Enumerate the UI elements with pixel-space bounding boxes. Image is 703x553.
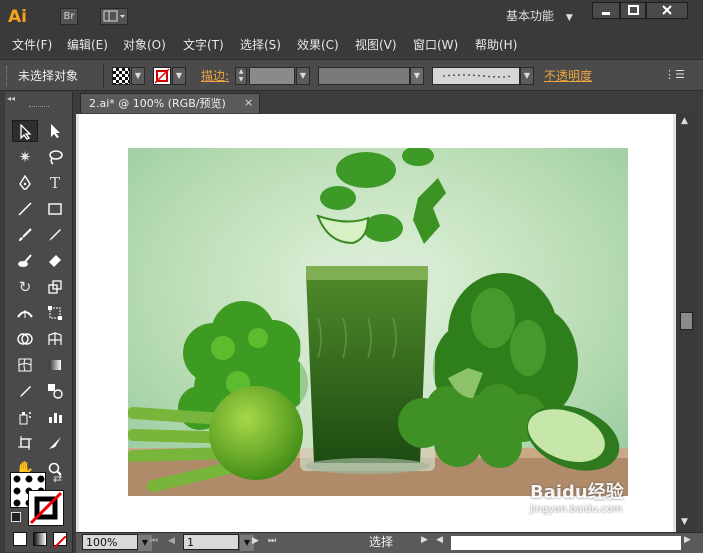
menu-bar: 文件(F) 编辑(E) 对象(O) 文字(T) 选择(S) 效果(C) 视图(V… bbox=[0, 34, 703, 56]
swap-fill-stroke-icon[interactable]: ⇄ bbox=[53, 472, 62, 485]
menu-file[interactable]: 文件(F) bbox=[12, 36, 52, 54]
document-tab[interactable]: 2.ai* @ 100% (RGB/预览) bbox=[80, 93, 260, 113]
panel-menu-icon[interactable]: ⋮☰ bbox=[664, 68, 685, 84]
next-page-icon[interactable]: ▶ bbox=[252, 536, 259, 546]
width-tool-icon[interactable] bbox=[12, 302, 38, 324]
profile-dropdown[interactable]: ▼ bbox=[410, 67, 424, 85]
menu-window[interactable]: 窗口(W) bbox=[413, 36, 458, 54]
selection-status: 未选择对象 bbox=[18, 69, 79, 83]
app-logo: Ai bbox=[8, 7, 27, 27]
close-window-button[interactable] bbox=[646, 2, 688, 19]
fill-swatch[interactable] bbox=[112, 67, 130, 85]
collapse-panel-icon[interactable]: ◂◂ bbox=[7, 94, 15, 103]
mesh-tool-icon[interactable] bbox=[12, 354, 38, 376]
page-number-field[interactable]: 1 bbox=[183, 534, 239, 550]
baidu-watermark: Baidu经验 jingyan.baidu.com bbox=[530, 478, 670, 532]
pencil-tool-icon[interactable] bbox=[42, 224, 68, 246]
status-menu-icon[interactable]: ▶ bbox=[421, 535, 428, 545]
blob-brush-tool-icon[interactable] bbox=[12, 250, 38, 272]
menu-type[interactable]: 文字(T) bbox=[183, 36, 224, 54]
chevron-down-icon: ▼ bbox=[565, 13, 573, 23]
free-transform-tool-icon[interactable] bbox=[42, 302, 68, 324]
minimize-button[interactable] bbox=[592, 2, 620, 19]
arrange-documents-button[interactable] bbox=[100, 8, 128, 25]
bridge-button[interactable]: Br bbox=[60, 8, 78, 25]
workspace-switcher[interactable]: 基本功能 ▼ bbox=[506, 6, 573, 26]
zoom-field[interactable]: 100% bbox=[82, 534, 138, 550]
vertical-scrollbar[interactable]: ▲ ▼ bbox=[677, 114, 696, 532]
column-graph-tool-icon[interactable] bbox=[42, 406, 68, 428]
horizontal-scrollbar[interactable] bbox=[451, 536, 681, 550]
direct-selection-tool-icon[interactable] bbox=[42, 120, 68, 142]
slice-tool-icon[interactable] bbox=[42, 432, 68, 454]
maximize-button[interactable] bbox=[620, 2, 646, 19]
last-page-icon[interactable]: ⏭ bbox=[268, 536, 276, 546]
menu-edit[interactable]: 编辑(E) bbox=[67, 36, 108, 54]
none-mode-icon[interactable] bbox=[53, 532, 67, 549]
pen-tool-icon[interactable] bbox=[12, 172, 38, 194]
line-segment-tool-icon[interactable] bbox=[12, 198, 38, 220]
blend-tool-icon[interactable] bbox=[42, 380, 68, 402]
menu-effect[interactable]: 效果(C) bbox=[297, 36, 339, 54]
previous-page-icon[interactable]: ◀ bbox=[168, 536, 175, 546]
opacity-link[interactable]: 不透明度 bbox=[544, 67, 592, 84]
stroke-weight-field[interactable] bbox=[249, 67, 295, 85]
color-mode-icon[interactable] bbox=[13, 532, 27, 546]
stroke-swatch[interactable] bbox=[153, 67, 171, 85]
document-tab-title: 2.ai* @ 100% (RGB/预览) bbox=[89, 97, 226, 110]
rotate-tool-icon[interactable]: ↻ bbox=[12, 276, 38, 298]
type-tool-icon[interactable]: T bbox=[42, 172, 68, 194]
placed-image-green-juice[interactable] bbox=[128, 148, 628, 496]
eraser-tool-icon[interactable] bbox=[42, 250, 68, 272]
stroke-color-swatch[interactable] bbox=[28, 490, 64, 526]
stroke-weight-label[interactable]: 描边: bbox=[201, 67, 229, 84]
tools-panel: ◂◂ ✷ T ↻ ✋ ⇄ bbox=[5, 92, 73, 552]
scroll-up-icon[interactable]: ▲ bbox=[681, 116, 688, 126]
current-tool-status: 选择 bbox=[369, 535, 394, 549]
scroll-down-icon[interactable]: ▼ bbox=[681, 517, 688, 527]
scale-tool-icon[interactable] bbox=[42, 276, 68, 298]
default-colors-icon[interactable] bbox=[11, 512, 21, 522]
paintbrush-tool-icon[interactable] bbox=[12, 224, 38, 246]
menu-select[interactable]: 选择(S) bbox=[240, 36, 281, 54]
watermark-brand: Baidu经验 bbox=[530, 482, 624, 503]
menu-object[interactable]: 对象(O) bbox=[123, 36, 166, 54]
fill-dropdown[interactable]: ▼ bbox=[131, 67, 145, 85]
rectangle-tool-icon[interactable] bbox=[42, 198, 68, 220]
menu-help[interactable]: 帮助(H) bbox=[475, 36, 517, 54]
variable-width-profile[interactable] bbox=[318, 67, 410, 85]
magic-wand-tool-icon[interactable]: ✷ bbox=[12, 146, 38, 168]
watermark-url: jingyan.baidu.com bbox=[530, 504, 623, 515]
lasso-tool-icon[interactable] bbox=[42, 146, 68, 168]
workspace-label: 基本功能 bbox=[506, 9, 555, 23]
stroke-weight-stepper[interactable]: ▲ ▼ bbox=[235, 67, 247, 85]
symbol-sprayer-tool-icon[interactable] bbox=[12, 406, 38, 428]
shape-builder-tool-icon[interactable] bbox=[12, 328, 38, 350]
scroll-left-icon[interactable]: ◀ bbox=[436, 535, 443, 545]
grip-handle[interactable] bbox=[6, 66, 9, 86]
perspective-grid-tool-icon[interactable] bbox=[42, 328, 68, 350]
divider bbox=[103, 64, 104, 88]
menu-view[interactable]: 视图(V) bbox=[355, 36, 397, 54]
stroke-dropdown[interactable]: ▼ bbox=[172, 67, 186, 85]
brush-dropdown[interactable]: ▼ bbox=[520, 67, 534, 85]
selection-tool-icon[interactable] bbox=[12, 120, 38, 142]
first-page-icon[interactable]: ⏮ bbox=[150, 536, 158, 546]
control-bar: 未选择对象 ▼ ▼ 描边: ▲ ▼ ▼ ▼ ▼ 不透明度 ⋮☰ bbox=[0, 59, 703, 91]
eyedropper-tool-icon[interactable] bbox=[12, 380, 38, 402]
gradient-mode-icon[interactable] bbox=[33, 532, 47, 546]
scroll-right-icon[interactable]: ▶ bbox=[684, 535, 691, 545]
artboard[interactable]: Baidu经验 jingyan.baidu.com bbox=[79, 114, 673, 532]
stroke-weight-dropdown[interactable]: ▼ bbox=[296, 67, 310, 85]
gradient-tool-icon[interactable] bbox=[42, 354, 68, 376]
brush-definition[interactable] bbox=[432, 67, 520, 85]
panel-grip[interactable] bbox=[29, 106, 49, 108]
scroll-thumb[interactable] bbox=[680, 312, 693, 330]
artboard-tool-icon[interactable] bbox=[12, 432, 38, 454]
title-bar: Ai Br 基本功能 ▼ bbox=[0, 0, 703, 34]
close-document-icon[interactable]: × bbox=[244, 96, 256, 110]
